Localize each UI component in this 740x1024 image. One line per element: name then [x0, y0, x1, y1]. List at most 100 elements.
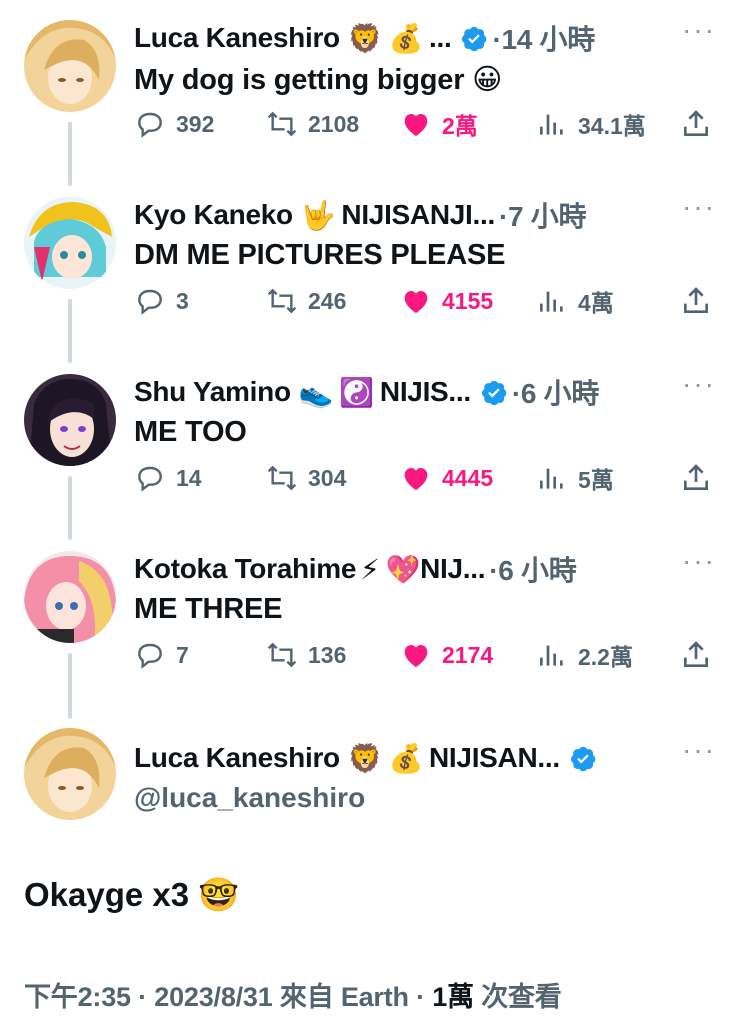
views-count: 2.2萬	[578, 644, 633, 670]
share-button[interactable]	[680, 281, 712, 321]
more-icon[interactable]: ···	[682, 370, 714, 404]
tweet-source[interactable]: Earth	[341, 982, 409, 1012]
display-name[interactable]: Shu Yamino	[134, 376, 291, 408]
separator: ·	[416, 982, 433, 1012]
timestamp[interactable]: ·14 小時	[492, 18, 595, 58]
avatar-image-kotoka	[24, 551, 116, 643]
retweet-count: 246	[308, 287, 347, 314]
more-icon[interactable]: ···	[682, 547, 714, 581]
views-button[interactable]: 5萬	[536, 458, 614, 498]
avatar[interactable]	[24, 374, 116, 466]
share-button[interactable]	[680, 458, 712, 498]
tweet-date[interactable]: 2023/8/31	[154, 982, 273, 1012]
timestamp[interactable]: ·7 小時	[499, 195, 586, 235]
reply-count: 3	[176, 287, 189, 314]
like-button[interactable]: 2萬	[400, 104, 478, 144]
retweet-button[interactable]: 136	[266, 635, 346, 675]
avatar[interactable]	[24, 551, 116, 643]
more-icon[interactable]: ···	[682, 736, 714, 770]
share-button[interactable]	[680, 635, 712, 675]
reply-button[interactable]: 14	[134, 458, 202, 498]
avatar-image-luca	[24, 728, 116, 820]
reply-tweet[interactable]: Shu Yamino 👟 ☯️ NIJIS... ·6 小時 ··· ME TO…	[0, 358, 740, 528]
verified-badge-icon	[462, 26, 487, 51]
views-button[interactable]: 34.1萬	[536, 104, 646, 144]
views-icon	[540, 291, 563, 312]
display-name[interactable]: Luca Kaneshiro	[134, 742, 340, 774]
reply-tweet[interactable]: Kotoka Torahime ⚡ 💖 NIJ... ·6 小時 ··· ME …	[0, 535, 740, 705]
views-button[interactable]: 2.2萬	[536, 635, 633, 675]
tweet-header: Shu Yamino 👟 ☯️ NIJIS... ·6 小時	[134, 372, 660, 412]
user-handle[interactable]: @luca_kaneshiro	[134, 782, 365, 814]
reply-button[interactable]: 7	[134, 635, 189, 675]
display-name[interactable]: Kyo Kaneko	[134, 199, 293, 231]
reply-button[interactable]: 392	[134, 104, 214, 144]
like-count: 2萬	[442, 113, 478, 139]
view-count: 1萬	[432, 982, 474, 1012]
share-icon	[684, 641, 708, 667]
name-emoji: 💰	[388, 742, 424, 774]
verified-badge-icon	[481, 380, 507, 405]
tweet-header: Luca Kaneshiro 🦁 💰 ... ·14 小時	[134, 18, 660, 58]
like-button[interactable]: 4155	[400, 281, 493, 321]
avatar[interactable]	[24, 728, 116, 820]
avatar[interactable]	[24, 20, 116, 112]
name-emoji: 🦁	[347, 742, 383, 774]
action-bar: 14 304 4445 5萬	[134, 458, 712, 498]
avatar-image-kyo	[24, 197, 116, 289]
name-emoji: 👟	[298, 376, 334, 408]
heart-icon	[404, 468, 428, 490]
name-emoji: 🤟	[300, 199, 336, 231]
avatar-image-shu	[24, 374, 116, 466]
display-name[interactable]: Kotoka Torahime	[134, 553, 356, 585]
tweet-text: DM ME PICTURES PLEASE	[134, 239, 506, 271]
tweet-header: Kotoka Torahime ⚡ 💖 NIJ... ·6 小時	[134, 549, 660, 589]
separator: ·	[138, 982, 155, 1012]
heart-icon	[404, 291, 428, 313]
tweet-header: Luca Kaneshiro 🦁 💰 NIJISAN...	[134, 738, 660, 778]
verified-badge-icon	[570, 746, 596, 771]
more-icon[interactable]: ···	[682, 16, 714, 50]
views-button[interactable]: 4萬	[536, 281, 614, 321]
retweet-button[interactable]: 304	[266, 458, 346, 498]
retweet-button[interactable]: 246	[266, 281, 346, 321]
reply-tweet[interactable]: Kyo Kaneko 🤟 NIJISANJI... ·7 小時 ··· DM M…	[0, 181, 740, 351]
retweet-icon	[267, 111, 297, 137]
like-button[interactable]: 4445	[400, 458, 493, 498]
display-name[interactable]: Luca Kaneshiro	[134, 22, 340, 54]
action-bar: 7 136 2174 2.2萬	[134, 635, 712, 675]
retweet-button[interactable]: 2108	[266, 104, 359, 144]
like-count: 4155	[442, 287, 494, 314]
heart-icon	[404, 114, 428, 136]
retweet-count: 304	[308, 464, 347, 491]
name-emoji: 💖	[385, 553, 421, 585]
tweet-header: Kyo Kaneko 🤟 NIJISANJI... ·7 小時	[134, 195, 660, 235]
name-tag: NIJIS...	[379, 376, 471, 407]
reply-icon	[138, 466, 162, 492]
name-emoji: ⚡	[360, 553, 380, 585]
action-bar: 392 2108 2萬 34.1萬	[134, 104, 712, 144]
main-tweet-text: Okayge x3 🤓	[24, 876, 240, 913]
reply-count: 392	[176, 110, 215, 137]
reply-icon	[138, 112, 162, 138]
more-icon[interactable]: ···	[682, 193, 714, 227]
name-emoji: ☯️	[339, 376, 374, 408]
share-icon	[684, 464, 708, 490]
tweet-time[interactable]: 下午2:35	[24, 982, 131, 1012]
name-emoji: 🦁	[347, 22, 383, 54]
reply-count: 7	[176, 641, 189, 668]
tweet-text: ME TOO	[134, 416, 247, 448]
retweet-count: 136	[308, 641, 347, 668]
avatar[interactable]	[24, 197, 116, 289]
share-button[interactable]	[680, 104, 712, 144]
like-button[interactable]: 2174	[400, 635, 493, 675]
views-count: 34.1萬	[578, 113, 646, 139]
reply-tweet[interactable]: Luca Kaneshiro 🦁 💰 ... ·14 小時 ··· My dog…	[0, 4, 740, 174]
name-tag: NIJ...	[420, 553, 486, 584]
tweet-text: My dog is getting bigger 😀	[134, 64, 503, 96]
timestamp[interactable]: ·6 小時	[512, 372, 599, 412]
like-count: 4445	[442, 464, 494, 491]
reply-button[interactable]: 3	[134, 281, 189, 321]
timestamp[interactable]: ·6 小時	[489, 549, 576, 589]
views-label: 次查看	[481, 982, 562, 1012]
